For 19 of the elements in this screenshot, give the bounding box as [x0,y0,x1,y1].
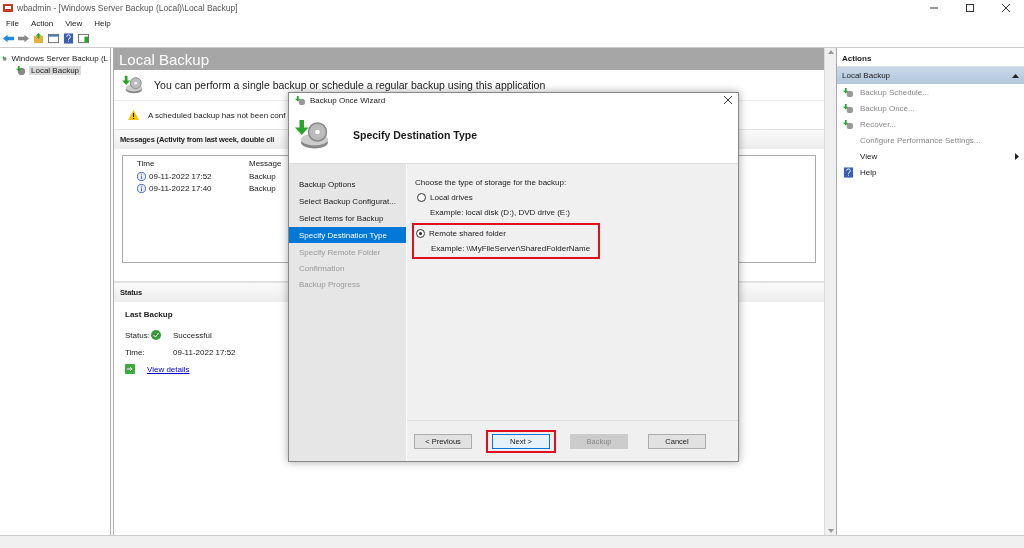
field-value: Successful [173,330,213,340]
table-cell-text: Backup [249,171,277,181]
intro-text: You can perform a single backup or schedule a regular backup using this application [154,79,546,91]
window-title: wbadmin - [Windows Server Backup (Local)\Local Backup] [17,3,239,13]
prompt-text: Choose the type of storage for the backup: [415,178,568,187]
option-label: Remote shared folder [429,229,506,238]
warning-text: A scheduled backup has not been conf [148,110,286,120]
option-label: Local drives [430,193,473,202]
pane-title: Local Backup [114,48,824,70]
subheading: Last Backup [125,310,174,319]
table-cell: 09-11-2022 17:52 [149,171,212,181]
table-cell: 09-11-2022 17:40 [149,183,212,193]
example-text: Example: \\MyFileServer\SharedFolderName [430,244,591,253]
field-label: Time: [125,347,146,357]
example-text: Example: local disk (D:), DVD drive (E:) [429,208,571,217]
dialog-heading: Specify Destination Type [353,129,478,141]
dialog-title: Backup Once Wizard [310,95,387,105]
field-value: 09-11-2022 17:52 [173,347,237,357]
field-label: Status: [125,330,151,340]
